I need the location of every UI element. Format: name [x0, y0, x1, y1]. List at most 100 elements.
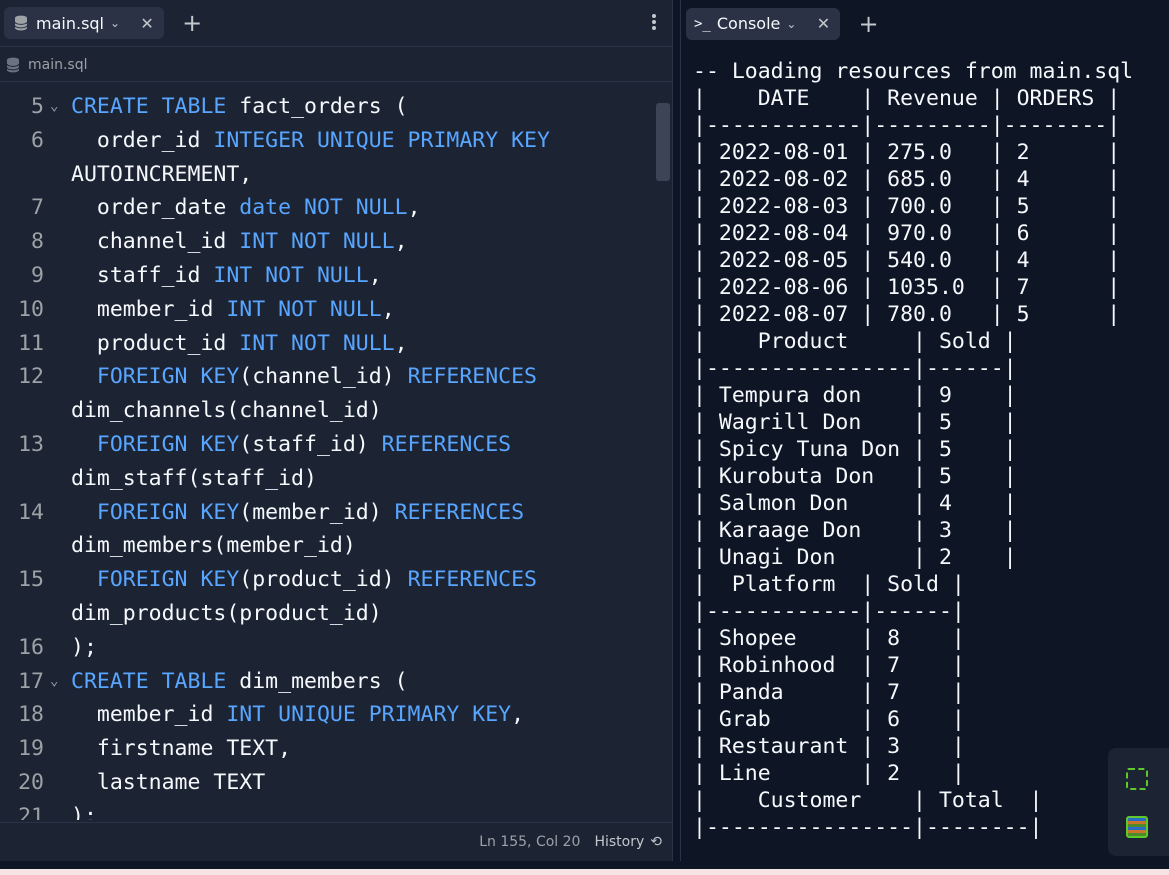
- code-token: order_id: [71, 127, 214, 153]
- chevron-down-icon[interactable]: ⌄: [786, 17, 796, 31]
- code-line[interactable]: 17 ⌄ CREATE TABLE dim_members (: [0, 665, 660, 699]
- code-token: AUTOINCREMENT,: [71, 161, 253, 187]
- code-text: );: [44, 631, 97, 665]
- code-line[interactable]: dim_channels(channel_id): [0, 394, 660, 428]
- code-line[interactable]: 6 order_id INTEGER UNIQUE PRIMARY KEY: [0, 124, 660, 158]
- history-icon: ⟲: [650, 834, 662, 850]
- console-line: | Wagrill Don | 5 |: [693, 410, 1017, 435]
- tab-main-sql[interactable]: main.sql ⌄ ✕: [4, 7, 165, 39]
- code-text: dim_channels(channel_id): [44, 394, 382, 428]
- plus-icon[interactable]: +: [182, 11, 202, 35]
- line-number: 9: [31, 262, 44, 288]
- console-line: |----------------|--------|: [693, 815, 1043, 840]
- console-line: | 2022-08-06 | 1035.0 | 7 |: [693, 275, 1121, 300]
- notebook-icon[interactable]: [1126, 816, 1148, 838]
- console-line: | Restaurant | 3 |: [693, 734, 965, 759]
- console-line: |----------------|------|: [693, 356, 1017, 381]
- plus-icon[interactable]: +: [858, 12, 878, 36]
- code-token: ,: [511, 702, 525, 728]
- console-line: |------------|---------|--------|: [693, 113, 1121, 138]
- console-line: | 2022-08-03 | 700.0 | 5 |: [693, 194, 1121, 219]
- history-button[interactable]: History ⟲: [594, 834, 662, 850]
- console-line: -- Loading resources from main.sql: [693, 59, 1134, 84]
- cursor-position[interactable]: Ln 155, Col 20: [479, 834, 580, 850]
- sql-keyword: REFERENCES: [394, 499, 525, 525]
- terminal-icon: >_: [694, 15, 711, 32]
- code-line[interactable]: dim_products(product_id): [0, 597, 660, 631]
- code-text: staff_id INT NOT NULL,: [44, 259, 382, 293]
- sql-keyword: FOREIGN KEY: [96, 499, 240, 525]
- sql-keyword: date NOT NULL: [239, 195, 408, 221]
- code-token: member_id: [71, 702, 227, 728]
- code-text: FOREIGN KEY(product_id) REFERENCES: [44, 563, 537, 597]
- close-icon[interactable]: ✕: [814, 14, 832, 33]
- code-line[interactable]: 11 product_id INT NOT NULL,: [0, 327, 660, 361]
- code-token: firstname TEXT,: [71, 736, 292, 762]
- code-line[interactable]: 18 member_id INT UNIQUE PRIMARY KEY,: [0, 698, 660, 732]
- code-editor[interactable]: 5 ⌄ CREATE TABLE fact_orders (6 order_id I…: [0, 90, 660, 820]
- code-token: fact_orders (: [226, 94, 408, 119]
- console-line: | Panda | 7 |: [693, 680, 965, 705]
- code-token: dim_members (: [226, 668, 408, 694]
- sql-keyword: FOREIGN KEY: [96, 567, 240, 593]
- code-text: lastname TEXT: [44, 766, 265, 800]
- line-number: 17: [18, 668, 44, 694]
- line-number: 20: [18, 769, 44, 795]
- code-line[interactable]: 21);: [0, 800, 660, 820]
- code-line[interactable]: 10 member_id INT NOT NULL,: [0, 293, 660, 327]
- code-line[interactable]: 5 ⌄ CREATE TABLE fact_orders (: [0, 90, 660, 124]
- more-vertical-icon[interactable]: [650, 12, 658, 32]
- code-token: channel_id: [71, 229, 240, 255]
- sql-keyword: INT NOT NULL: [213, 262, 369, 288]
- code-token: );: [71, 803, 97, 820]
- console-line: | Line | 2 |: [693, 761, 965, 786]
- code-token: ,: [368, 262, 382, 288]
- line-number: 18: [18, 702, 44, 728]
- code-token: ,: [394, 330, 408, 356]
- line-number: 8: [31, 229, 44, 255]
- console-output[interactable]: -- Loading resources from main.sql | DATE…: [693, 58, 1169, 858]
- tab-label: Console: [716, 14, 781, 33]
- code-line[interactable]: 19 firstname TEXT,: [0, 732, 660, 766]
- code-token: ,: [381, 296, 395, 322]
- code-text: CREATE TABLE dim_members (: [44, 665, 408, 699]
- line-number: 7: [31, 195, 44, 221]
- console-line: | Salmon Don | 4 |: [693, 491, 1017, 516]
- sql-keyword: INTEGER UNIQUE PRIMARY KEY: [213, 127, 550, 153]
- tab-label: main.sql: [36, 13, 104, 33]
- ai-assist-icon[interactable]: [1126, 768, 1148, 790]
- tab-console[interactable]: >_ Console ⌄ ✕: [686, 7, 841, 40]
- code-line[interactable]: 7 order_date date NOT NULL,: [0, 191, 660, 225]
- fold-chevron-icon[interactable]: ⌄: [50, 665, 58, 699]
- editor-pane: main.sql ⌄ ✕ + main.sql 5 ⌄ CREATE TABLE f…: [0, 0, 673, 861]
- code-token: ,: [407, 195, 421, 221]
- code-line[interactable]: 16);: [0, 631, 660, 665]
- code-line[interactable]: 20 lastname TEXT: [0, 766, 660, 800]
- code-line[interactable]: 13 FOREIGN KEY(staff_id) REFERENCES: [0, 428, 660, 462]
- editor-scrollbar[interactable]: [656, 103, 670, 181]
- breadcrumb-label[interactable]: main.sql: [28, 57, 88, 73]
- sql-keyword: CREATE TABLE: [71, 94, 227, 119]
- code-text: member_id INT NOT NULL,: [44, 293, 395, 327]
- code-text: member_id INT UNIQUE PRIMARY KEY,: [44, 698, 524, 732]
- code-text: dim_staff(staff_id): [44, 462, 317, 496]
- code-line[interactable]: 12 FOREIGN KEY(channel_id) REFERENCES: [0, 360, 660, 394]
- close-icon[interactable]: ✕: [138, 14, 156, 33]
- code-line[interactable]: 14 FOREIGN KEY(member_id) REFERENCES: [0, 496, 660, 530]
- sql-keyword: FOREIGN KEY: [96, 431, 240, 457]
- code-text: CREATE TABLE fact_orders (: [44, 90, 408, 124]
- chevron-down-icon[interactable]: ⌄: [110, 16, 120, 30]
- code-line[interactable]: dim_members(member_id): [0, 529, 660, 563]
- code-line[interactable]: 15 FOREIGN KEY(product_id) REFERENCES: [0, 563, 660, 597]
- line-number: 10: [18, 296, 44, 322]
- code-text: FOREIGN KEY(member_id) REFERENCES: [44, 496, 524, 530]
- code-line[interactable]: 8 channel_id INT NOT NULL,: [0, 225, 660, 259]
- code-line[interactable]: dim_staff(staff_id): [0, 462, 660, 496]
- code-text: order_id INTEGER UNIQUE PRIMARY KEY: [44, 124, 550, 158]
- code-line[interactable]: AUTOINCREMENT,: [0, 158, 660, 192]
- fold-chevron-icon[interactable]: ⌄: [50, 90, 58, 124]
- code-line[interactable]: 9 staff_id INT NOT NULL,: [0, 259, 660, 293]
